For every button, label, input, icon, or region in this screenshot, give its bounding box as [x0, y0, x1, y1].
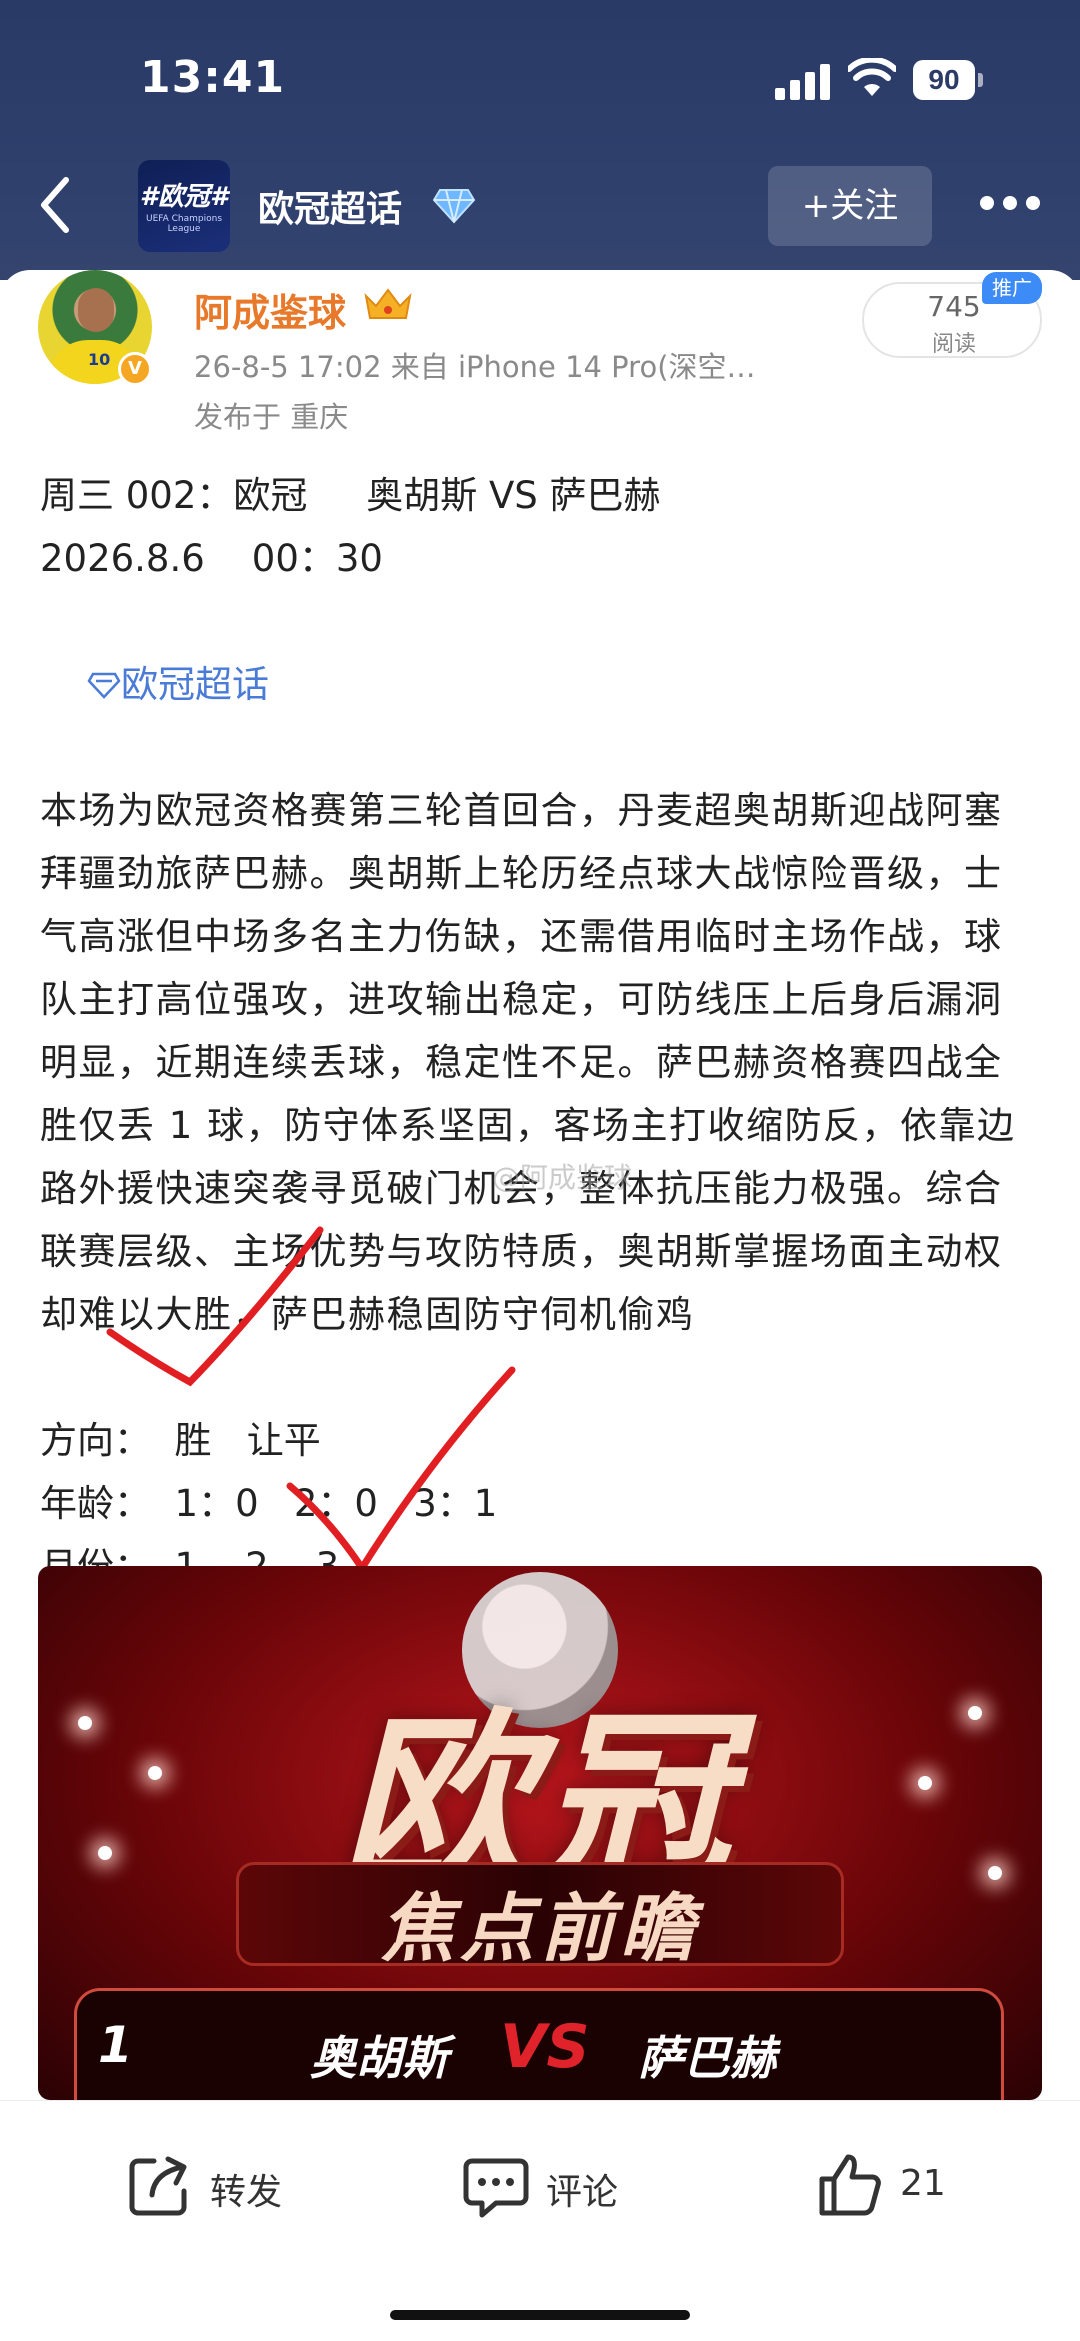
repost-label: 转发: [210, 2172, 283, 2213]
battery-icon: 90: [913, 60, 983, 100]
signal-icon: [775, 64, 831, 100]
action-bar: 转发 评论 21: [0, 2100, 1080, 2341]
banner-away-team: 萨巴赫: [638, 2031, 776, 2085]
banner-vs: VS: [500, 2012, 590, 2082]
author-name[interactable]: 阿成鉴球: [194, 282, 346, 337]
banner-subtitle: 焦点前瞻: [380, 1886, 700, 1972]
battery-level: 90: [913, 60, 975, 100]
comment-icon: [463, 2158, 529, 2218]
status-time: 13:41: [140, 52, 286, 103]
post-body: 本场为欧冠资格赛第三轮首回合，丹麦超奥胡斯迎战阿塞拜疆劲旅萨巴赫。奥胡斯上轮历经…: [40, 789, 1016, 1336]
read-label: 阅读: [931, 332, 976, 357]
more-icon[interactable]: [980, 196, 1040, 216]
banner-subtitle-bar: 焦点前瞻: [236, 1862, 844, 1972]
wifi-icon: [848, 58, 896, 96]
top-header: 13:41 90 #欧冠# UEFA Champions League 欧冠超话…: [0, 0, 1080, 280]
crown-icon: [364, 288, 412, 319]
topic-diamond-icon: [87, 672, 121, 699]
age-line: 年龄： 1：0 2：0 3：1: [40, 1482, 498, 1525]
comment-label: 评论: [546, 2172, 619, 2213]
share-icon: [129, 2156, 187, 2216]
topic-tag-text: 欧冠超话: [121, 663, 270, 706]
home-indicator: [390, 2310, 690, 2320]
promo-badge[interactable]: 推广: [982, 272, 1042, 304]
match-line: 周三 002：欧冠 奥胡斯 VS 萨巴赫: [40, 474, 661, 517]
watermark: @阿成鉴球: [492, 1161, 633, 1194]
thumbs-up-icon: [819, 2154, 881, 2216]
topic-tag-link[interactable]: 欧冠超话: [40, 590, 1040, 779]
direction-line: 方向： 胜 让平: [40, 1419, 321, 1462]
verified-badge-icon: V: [118, 352, 152, 386]
post-meta: 26-8-5 17:02 来自 iPhone 14 Pro(深空…: [194, 350, 756, 384]
follow-button[interactable]: +关注: [768, 166, 932, 246]
back-arrow-icon[interactable]: [26, 170, 86, 240]
post-location: 发布于 重庆: [194, 400, 349, 434]
topic-logo[interactable]: #欧冠# UEFA Champions League: [138, 160, 230, 252]
banner-match-number: 1: [98, 2016, 133, 2074]
banner-home-team: 奥胡斯: [310, 2031, 448, 2085]
match-time: 2026.8.6 00：30: [40, 537, 383, 580]
topic-logo-sub: UEFA Champions League: [145, 214, 223, 234]
page-title[interactable]: 欧冠超话: [258, 180, 402, 232]
post-content: 周三 002：欧冠 奥胡斯 VS 萨巴赫 2026.8.6 00：30 欧冠超话…: [40, 464, 1040, 1598]
like-count: 21: [900, 2163, 946, 2204]
topic-logo-text: #欧冠#: [139, 182, 229, 212]
diamond-icon: [432, 189, 476, 224]
post-image[interactable]: 欧冠 焦点前瞻 1 奥胡斯 VS 萨巴赫: [38, 1566, 1042, 2100]
